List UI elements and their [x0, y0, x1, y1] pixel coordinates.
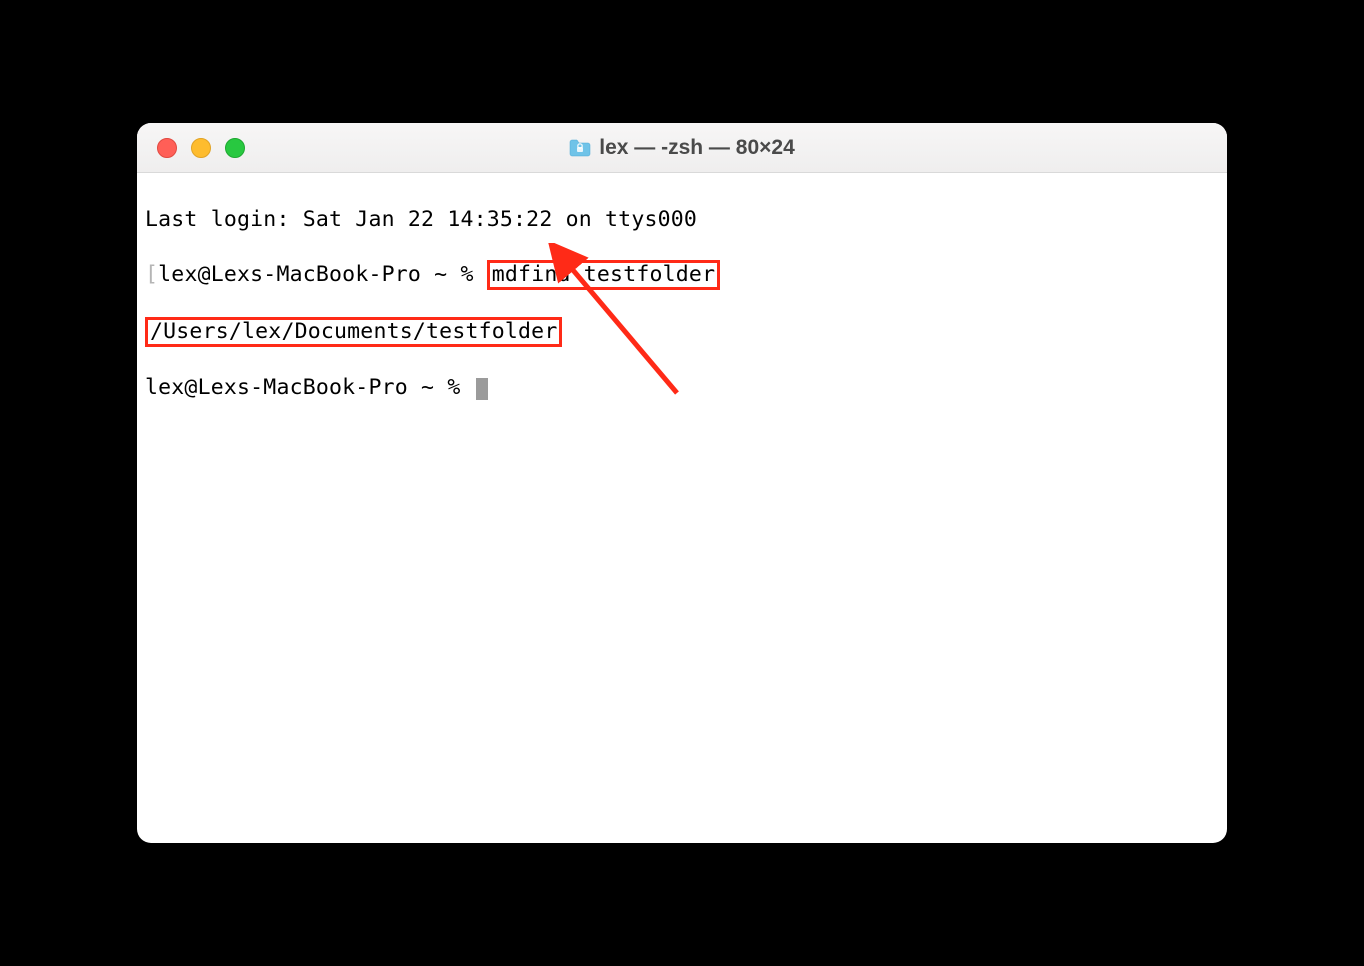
- command-text: mdfind testfolder: [492, 262, 715, 287]
- window-title: lex — -zsh — 80×24: [137, 136, 1227, 160]
- minimize-icon[interactable]: [191, 138, 211, 158]
- prompt-2: lex@Lexs-MacBook-Pro ~ %: [145, 375, 474, 400]
- command-line-1: [lex@Lexs-MacBook-Pro ~ % mdfind testfol…: [145, 260, 1219, 290]
- bracket-open: [: [145, 262, 158, 287]
- titlebar[interactable]: lex — -zsh — 80×24: [137, 123, 1227, 173]
- folder-icon: [569, 139, 591, 157]
- cursor-icon: [476, 378, 488, 400]
- traffic-lights: [137, 138, 245, 158]
- prompt-1: lex@Lexs-MacBook-Pro ~ %: [158, 262, 487, 287]
- terminal-body[interactable]: Last login: Sat Jan 22 14:35:22 on ttys0…: [137, 173, 1227, 843]
- last-login-line: Last login: Sat Jan 22 14:35:22 on ttys0…: [145, 206, 1219, 233]
- command-highlight-box: mdfind testfolder: [487, 260, 720, 290]
- terminal-window: lex — -zsh — 80×24 Last login: Sat Jan 2…: [137, 123, 1227, 843]
- window-title-text: lex — -zsh — 80×24: [599, 136, 795, 160]
- last-login-text: Last login: Sat Jan 22 14:35:22 on ttys0…: [145, 207, 697, 232]
- output-line-1: /Users/lex/Documents/testfolder: [145, 317, 1219, 347]
- maximize-icon[interactable]: [225, 138, 245, 158]
- close-icon[interactable]: [157, 138, 177, 158]
- output-highlight-box: /Users/lex/Documents/testfolder: [145, 317, 562, 347]
- command-line-2: lex@Lexs-MacBook-Pro ~ %: [145, 374, 1219, 401]
- output-text: /Users/lex/Documents/testfolder: [150, 319, 557, 344]
